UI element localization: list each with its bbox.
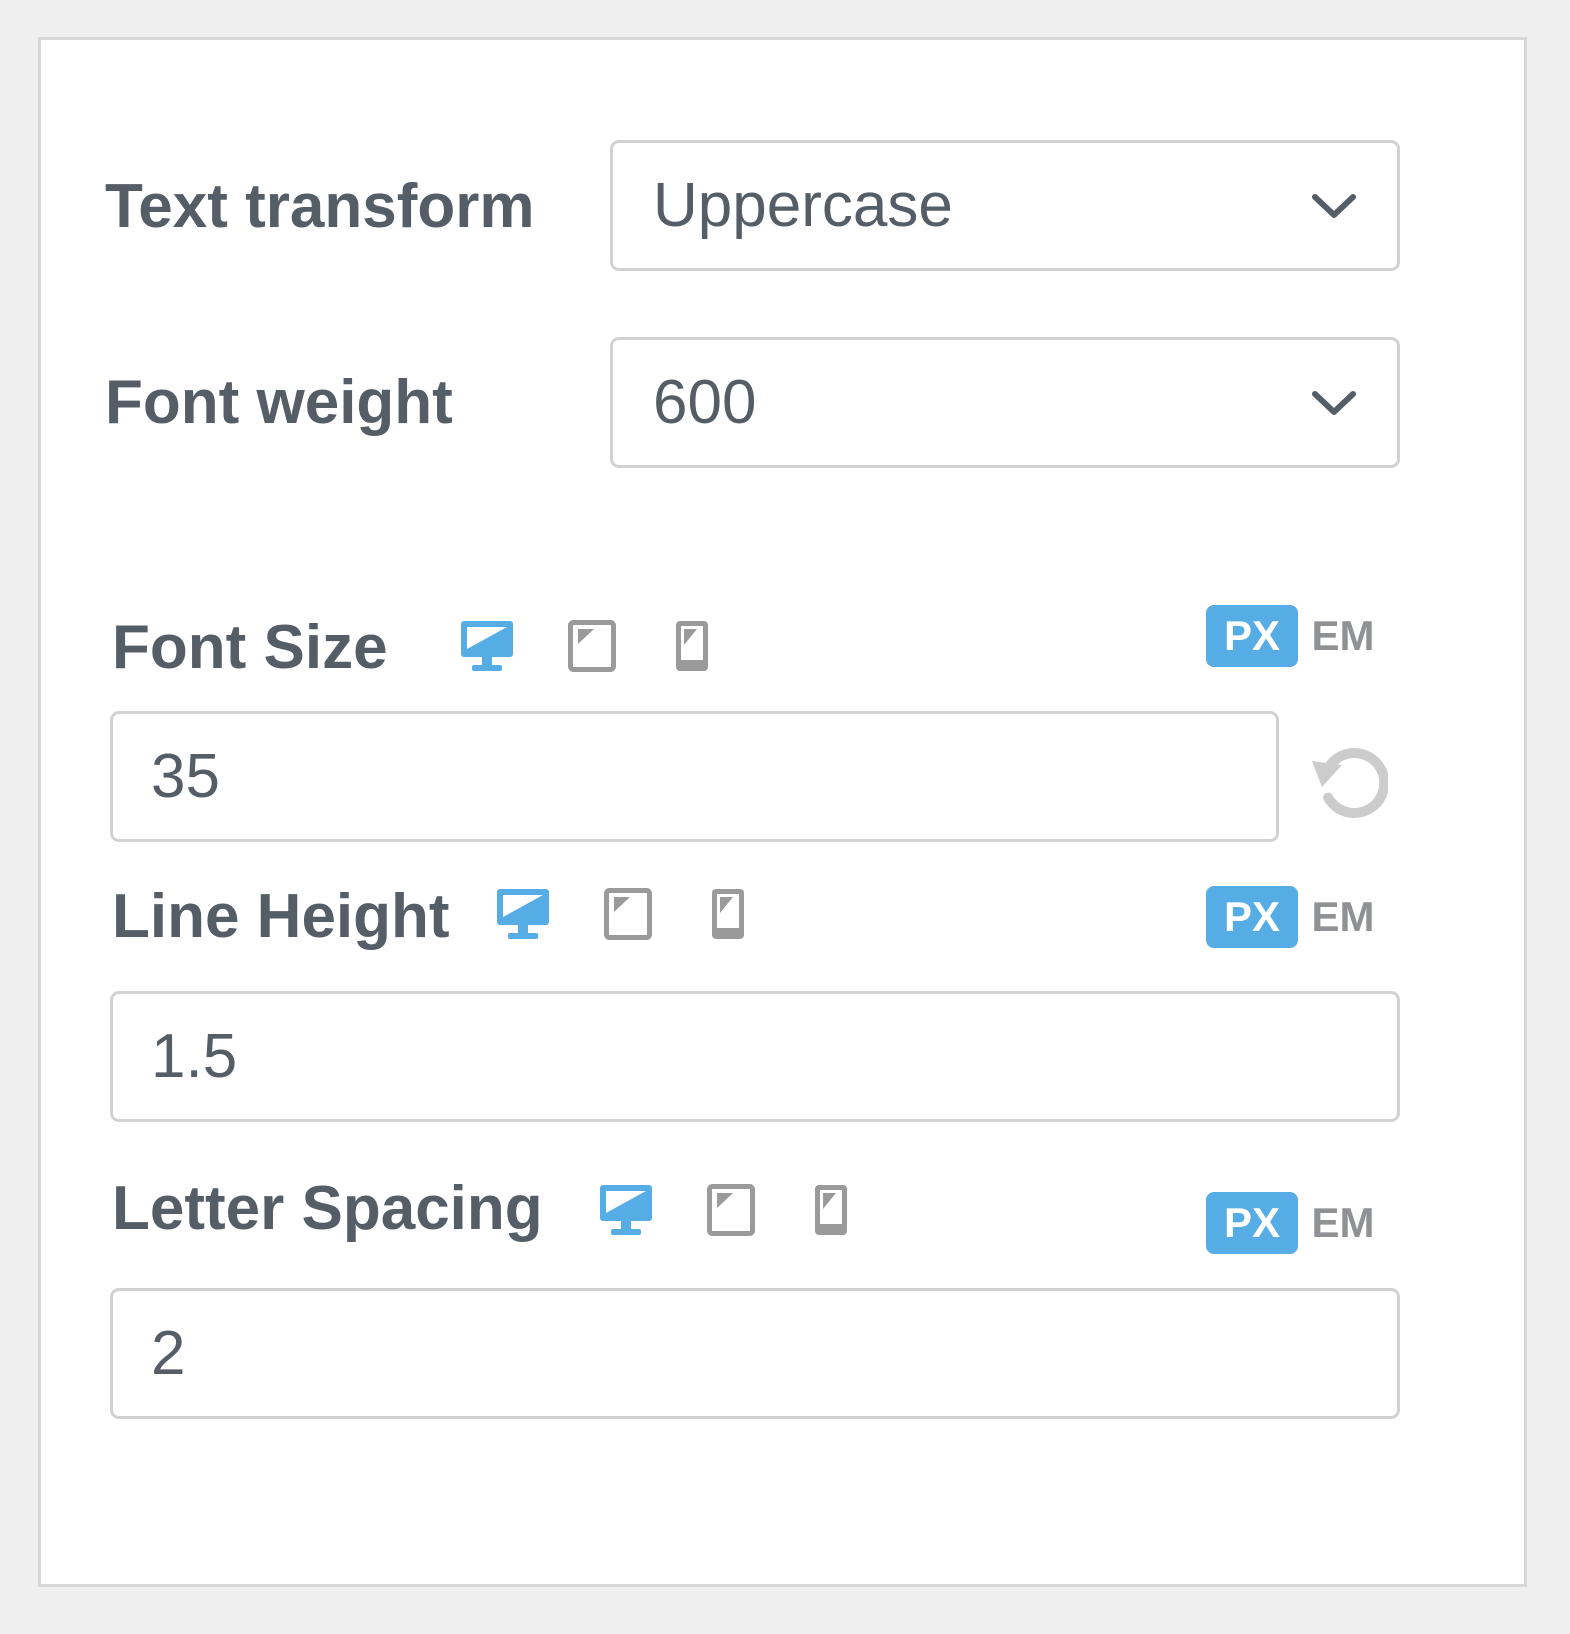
chevron-down-icon xyxy=(1312,390,1356,415)
desktop-icon[interactable] xyxy=(496,888,550,940)
unit-em-button[interactable]: EM xyxy=(1298,605,1388,667)
desktop-icon[interactable] xyxy=(599,1184,653,1236)
unit-px-button[interactable]: PX xyxy=(1206,886,1298,948)
tablet-icon[interactable] xyxy=(707,1184,755,1236)
unit-em-button[interactable]: EM xyxy=(1298,1192,1388,1254)
letter-spacing-value: 2 xyxy=(151,1318,186,1388)
mobile-icon[interactable] xyxy=(675,620,709,672)
unit-px-button[interactable]: PX xyxy=(1206,1192,1298,1254)
unit-em-button[interactable]: EM xyxy=(1298,886,1388,948)
font-weight-value: 600 xyxy=(653,367,757,437)
line-height-label: Line Height xyxy=(112,882,450,951)
font-size-input[interactable]: 35 xyxy=(110,711,1279,842)
desktop-icon[interactable] xyxy=(460,620,514,672)
mobile-icon[interactable] xyxy=(814,1184,848,1236)
text-transform-value: Uppercase xyxy=(653,170,953,240)
line-height-input[interactable]: 1.5 xyxy=(110,991,1400,1122)
unit-px-button[interactable]: PX xyxy=(1206,605,1298,667)
reset-icon[interactable] xyxy=(1308,743,1388,823)
text-transform-select[interactable]: Uppercase xyxy=(610,140,1400,271)
font-weight-label: Font weight xyxy=(105,368,453,437)
tablet-icon[interactable] xyxy=(568,620,616,672)
tablet-icon[interactable] xyxy=(604,888,652,940)
letter-spacing-input[interactable]: 2 xyxy=(110,1288,1400,1419)
line-height-value: 1.5 xyxy=(151,1021,238,1091)
chevron-down-icon xyxy=(1312,193,1356,218)
font-size-label: Font Size xyxy=(112,613,388,682)
font-size-value: 35 xyxy=(151,741,220,811)
text-transform-label: Text transform xyxy=(105,172,535,241)
font-weight-select[interactable]: 600 xyxy=(610,337,1400,468)
mobile-icon[interactable] xyxy=(711,888,745,940)
letter-spacing-label: Letter Spacing xyxy=(112,1174,543,1243)
